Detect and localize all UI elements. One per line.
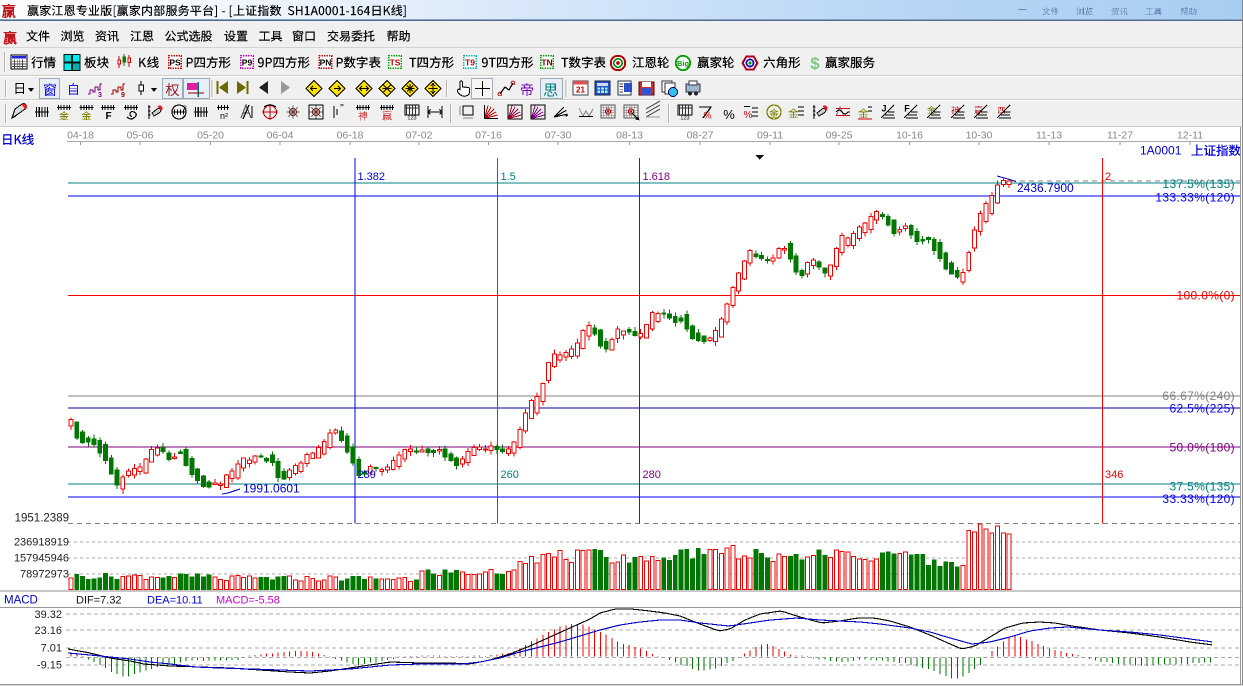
- svg-text:280: 280: [643, 469, 661, 481]
- svg-text:-9.15: -9.15: [37, 660, 62, 672]
- svg-text:Big: Big: [677, 59, 690, 68]
- svg-text:06-04: 06-04: [267, 130, 294, 142]
- svg-text:08-13: 08-13: [616, 130, 643, 142]
- svg-text:7.01: 7.01: [41, 643, 62, 655]
- svg-text:1A0001: 1A0001: [1140, 144, 1182, 158]
- svg-text:DEA=10.11: DEA=10.11: [147, 595, 203, 607]
- svg-text:07-30: 07-30: [545, 130, 572, 142]
- svg-text:08-27: 08-27: [687, 130, 714, 142]
- svg-text:TS: TS: [390, 58, 401, 68]
- svg-text:1.618: 1.618: [643, 171, 671, 183]
- svg-text:n²: n²: [220, 111, 228, 121]
- svg-text:DIF=7.32: DIF=7.32: [76, 595, 122, 607]
- svg-text:23.16: 23.16: [34, 625, 62, 637]
- svg-text:F: F: [105, 111, 111, 122]
- svg-text:3: 3: [98, 92, 102, 99]
- svg-text:9: 9: [121, 92, 125, 99]
- svg-text:100.0%(0): 100.0%(0): [1176, 289, 1235, 303]
- svg-text:11-13: 11-13: [1036, 130, 1062, 142]
- svg-text:2: 2: [1105, 171, 1111, 183]
- svg-text:33.33%(120): 33.33%(120): [1162, 492, 1235, 506]
- svg-text:50.0%(180): 50.0%(180): [1169, 441, 1235, 455]
- svg-text:10-30: 10-30: [966, 130, 993, 142]
- svg-text:1.5: 1.5: [501, 171, 516, 183]
- svg-text:%: %: [703, 111, 711, 121]
- svg-text:239: 239: [358, 469, 376, 481]
- svg-text:12-11: 12-11: [1177, 130, 1203, 142]
- svg-text:157945946: 157945946: [14, 553, 69, 565]
- svg-text:2436.7900: 2436.7900: [1017, 181, 1074, 195]
- svg-text:$: $: [810, 54, 820, 73]
- svg-text:78972973: 78972973: [20, 569, 69, 581]
- svg-text:09-25: 09-25: [826, 130, 853, 142]
- svg-text:04-18: 04-18: [67, 130, 94, 142]
- svg-text:%: %: [744, 110, 753, 121]
- svg-text:10-16: 10-16: [896, 130, 923, 142]
- svg-text:05-06: 05-06: [127, 130, 154, 142]
- svg-text:TN: TN: [541, 58, 552, 68]
- svg-text:133.33%(120): 133.33%(120): [1155, 191, 1235, 205]
- svg-text:1.382: 1.382: [358, 171, 386, 183]
- svg-text:39.32: 39.32: [34, 609, 62, 621]
- svg-text:1991.0601: 1991.0601: [243, 482, 300, 496]
- svg-text:11-27: 11-27: [1107, 130, 1133, 142]
- svg-text:%: %: [723, 107, 735, 122]
- svg-text:05-20: 05-20: [197, 130, 224, 142]
- svg-text:MACD=-5.58: MACD=-5.58: [216, 595, 280, 607]
- svg-text:62.5%(225): 62.5%(225): [1169, 402, 1235, 416]
- svg-text:346: 346: [1105, 469, 1123, 481]
- svg-text:06-18: 06-18: [337, 130, 364, 142]
- svg-text:PN: PN: [320, 58, 332, 68]
- svg-text:07-16: 07-16: [475, 130, 502, 142]
- svg-text:137.5%(135): 137.5%(135): [1162, 177, 1235, 191]
- svg-text:260: 260: [501, 469, 519, 481]
- svg-text:PS: PS: [169, 58, 181, 68]
- svg-text:": ": [340, 103, 344, 114]
- svg-text:07-02: 07-02: [406, 130, 433, 142]
- svg-text:T9: T9: [465, 58, 475, 68]
- svg-text:1951.2389: 1951.2389: [15, 513, 69, 525]
- svg-text:09-11: 09-11: [757, 130, 783, 142]
- svg-text:P9: P9: [242, 58, 253, 68]
- svg-text:123: 123: [680, 116, 689, 122]
- svg-text:J: J: [881, 104, 886, 114]
- svg-text:236918919: 236918919: [14, 537, 69, 549]
- svg-text:123: 123: [407, 116, 416, 122]
- svg-text:21: 21: [576, 86, 585, 95]
- svg-text:MACD: MACD: [4, 595, 38, 607]
